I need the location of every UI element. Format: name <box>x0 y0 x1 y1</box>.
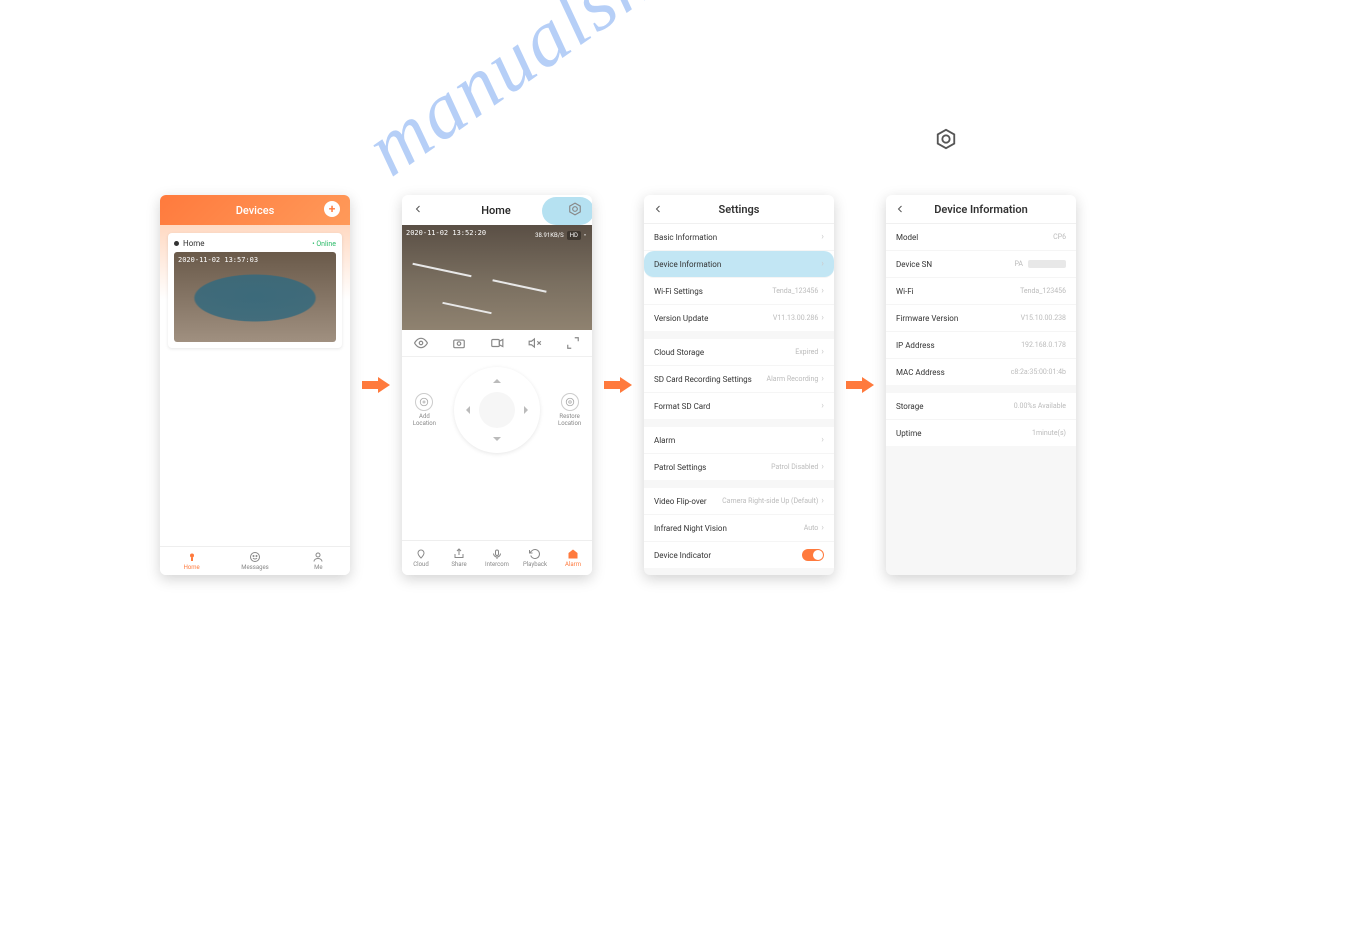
device-thumbnail: 2020-11-02 13:57:03 <box>174 252 336 342</box>
liveview-title: Home <box>481 204 511 217</box>
arrow-icon <box>846 378 874 392</box>
ptz-area: Add Location Restore Location <box>402 357 592 463</box>
liveview-header: Home <box>402 195 592 225</box>
eye-icon[interactable] <box>414 336 428 350</box>
settings-item[interactable]: Infrared Night VisionAuto› <box>644 515 834 542</box>
settings-item: Wi-FiTenda_123456 <box>886 278 1076 305</box>
deviceinfo-header: Device Information <box>886 195 1076 224</box>
settings-item[interactable]: SD Card Recording SettingsAlarm Recordin… <box>644 366 834 393</box>
settings-item: MAC Addressc8:2a:35:00:01:4b <box>886 359 1076 385</box>
tab-intercom[interactable]: Intercom <box>478 541 516 575</box>
device-name: Home <box>174 239 205 248</box>
settings-nut-icon <box>935 128 957 154</box>
back-button[interactable] <box>652 203 664 217</box>
device-card[interactable]: Home • Online 2020-11-02 13:57:03 <box>168 233 342 348</box>
toggle-switch[interactable] <box>802 549 824 561</box>
settings-item: Uptime1minute(s) <box>886 420 1076 446</box>
devices-header: Devices + <box>160 195 350 225</box>
settings-item[interactable]: Wi-Fi SettingsTenda_123456› <box>644 278 834 305</box>
settings-item[interactable]: Device Indicator <box>644 542 834 568</box>
highlight-oval <box>542 197 592 225</box>
quality-badge[interactable]: HD <box>567 231 581 240</box>
settings-item[interactable]: Basic Information› <box>644 224 834 251</box>
deviceinfo-title: Device Information <box>934 203 1028 216</box>
tab-share[interactable]: Share <box>440 541 478 575</box>
arrow-icon <box>362 378 390 392</box>
add-device-button[interactable]: + <box>324 201 340 217</box>
fullscreen-icon[interactable] <box>566 336 580 350</box>
settings-button[interactable] <box>568 202 582 218</box>
ptz-joystick[interactable] <box>454 367 540 453</box>
video-timestamp: 2020-11-02 13:52:20 <box>406 229 486 237</box>
settings-item[interactable]: Version UpdateV11.13.00.286› <box>644 305 834 331</box>
tab-messages[interactable]: Messages <box>223 547 286 575</box>
settings-item: Firmware VersionV15.10.00.238 <box>886 305 1076 332</box>
camera-icon[interactable] <box>452 336 466 350</box>
settings-item[interactable]: Device Information› <box>644 251 834 278</box>
document-page: manualshive.com Devices + Home • Online … <box>0 0 1361 935</box>
bottom-tab-bar: HomeMessagesMe <box>160 546 350 575</box>
settings-item[interactable]: Video Flip-overCamera Right-side Up (Def… <box>644 488 834 515</box>
liveview-tab-bar: CloudShareIntercomPlaybackAlarm <box>402 540 592 575</box>
tab-cloud[interactable]: Cloud <box>402 541 440 575</box>
tab-playback[interactable]: Playback <box>516 541 554 575</box>
device-status: • Online <box>312 240 336 248</box>
tab-home[interactable]: Home <box>160 547 223 575</box>
video-controls <box>402 330 592 357</box>
settings-item[interactable]: Patrol SettingsPatrol Disabled› <box>644 454 834 480</box>
settings-item: ModelCP6 <box>886 224 1076 251</box>
add-location-button[interactable]: Add Location <box>413 393 436 427</box>
settings-item: IP Address192.168.0.178 <box>886 332 1076 359</box>
watermark: manualshive.com <box>350 0 884 195</box>
arrow-icon <box>604 378 632 392</box>
settings-item: Device SNPA <box>886 251 1076 278</box>
settings-title: Settings <box>719 203 760 216</box>
restore-location-button[interactable]: Restore Location <box>558 393 581 427</box>
mute-icon[interactable] <box>528 336 542 350</box>
tab-me[interactable]: Me <box>287 547 350 575</box>
thumb-timestamp: 2020-11-02 13:57:03 <box>178 256 258 264</box>
devices-title: Devices <box>236 204 275 217</box>
settings-item[interactable]: Format SD Card› <box>644 393 834 419</box>
back-button[interactable] <box>412 203 424 217</box>
video-bitrate-row: 38.91KB/S HD • <box>535 231 586 240</box>
settings-item[interactable]: Alarm› <box>644 427 834 454</box>
screen-device-info: Device Information ModelCP6Device SNPAWi… <box>886 195 1076 575</box>
screen-settings: Settings Basic Information›Device Inform… <box>644 195 834 575</box>
screen-liveview: Home 2020-11-02 13:52:20 38.91KB/S HD • <box>402 195 592 575</box>
back-button[interactable] <box>894 203 906 217</box>
settings-item[interactable]: Cloud StorageExpired› <box>644 339 834 366</box>
settings-header: Settings <box>644 195 834 224</box>
record-icon[interactable] <box>490 336 504 350</box>
video-area[interactable]: 2020-11-02 13:52:20 38.91KB/S HD • <box>402 225 592 330</box>
screen-devices: Devices + Home • Online 2020-11-02 13:57… <box>160 195 350 575</box>
settings-item: Storage0.00%s Available <box>886 393 1076 420</box>
tab-alarm[interactable]: Alarm <box>554 541 592 575</box>
devices-body: Home • Online 2020-11-02 13:57:03 <box>160 225 350 563</box>
screenshot-row: Devices + Home • Online 2020-11-02 13:57… <box>160 195 1076 575</box>
